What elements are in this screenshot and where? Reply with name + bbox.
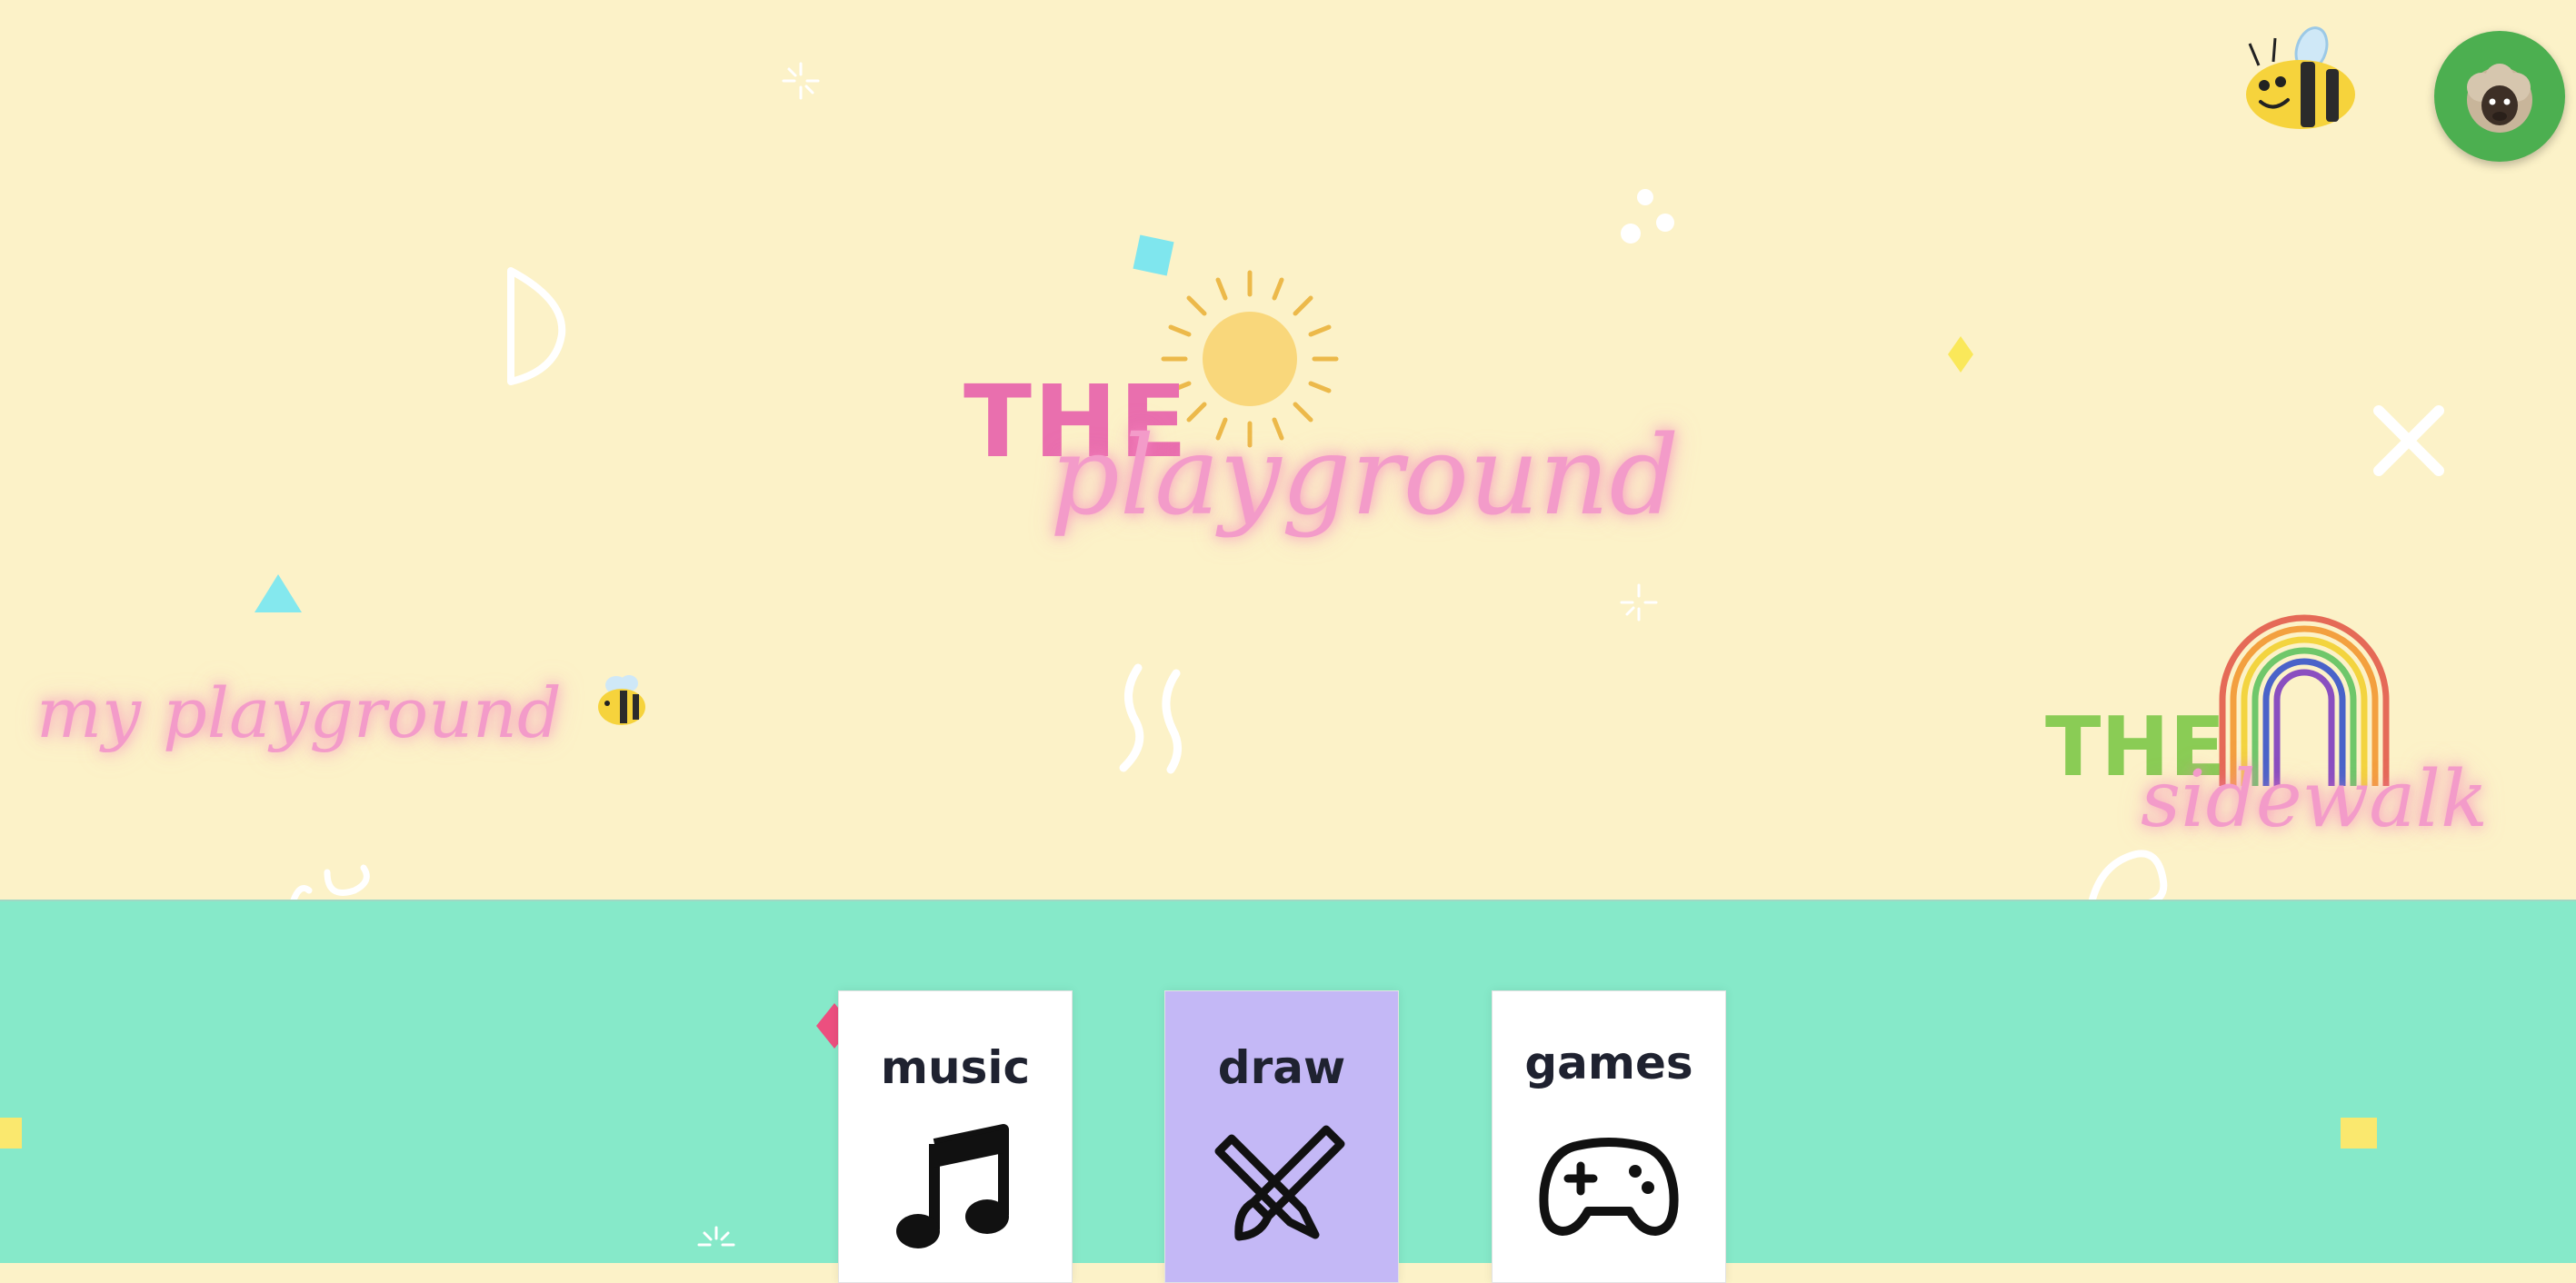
- bee-icon: [597, 675, 645, 725]
- x-shape: [2373, 405, 2444, 476]
- sparkle-icon: [1620, 583, 1658, 622]
- yellow-square-shape: [2341, 1118, 2377, 1149]
- logo-playground-text: playground: [1050, 413, 1680, 540]
- the-playground-logo[interactable]: THE playground: [945, 245, 1679, 572]
- sparkle-icon: [697, 1226, 735, 1247]
- yellow-square-shape: [0, 1118, 22, 1149]
- game-controller-icon: [1539, 1138, 1679, 1236]
- user-avatar[interactable]: [2434, 31, 2565, 162]
- my-playground-link[interactable]: my playground: [36, 672, 653, 753]
- my-playground-text: my playground: [36, 672, 562, 753]
- games-card[interactable]: games: [1492, 990, 1726, 1283]
- music-note-icon: [896, 1124, 1009, 1248]
- pencil-brush-icon: [1214, 1125, 1345, 1241]
- the-sidewalk-link[interactable]: THE sidewalk: [2036, 600, 2488, 863]
- hero-section: THE playground my playground THE sidewal…: [0, 0, 2576, 900]
- bee-icon[interactable]: [2241, 25, 2359, 133]
- cyan-triangle-shape: [255, 574, 302, 612]
- draw-card[interactable]: draw: [1164, 990, 1399, 1283]
- dots-shape: [1621, 189, 1674, 244]
- music-label: music: [880, 1041, 1031, 1094]
- squiggle-shape: [1119, 663, 1182, 774]
- music-card[interactable]: music: [838, 990, 1073, 1283]
- sidewalk-script-text: sidewalk: [2141, 754, 2489, 845]
- yellow-diamond-shape: [1948, 336, 1973, 373]
- half-moon-shape: [507, 267, 566, 385]
- sheep-avatar-icon: [2467, 64, 2532, 133]
- draw-label: draw: [1217, 1041, 1346, 1094]
- sparkle-icon: [782, 62, 820, 100]
- loop-shape: [290, 864, 370, 900]
- games-label: games: [1524, 1037, 1693, 1089]
